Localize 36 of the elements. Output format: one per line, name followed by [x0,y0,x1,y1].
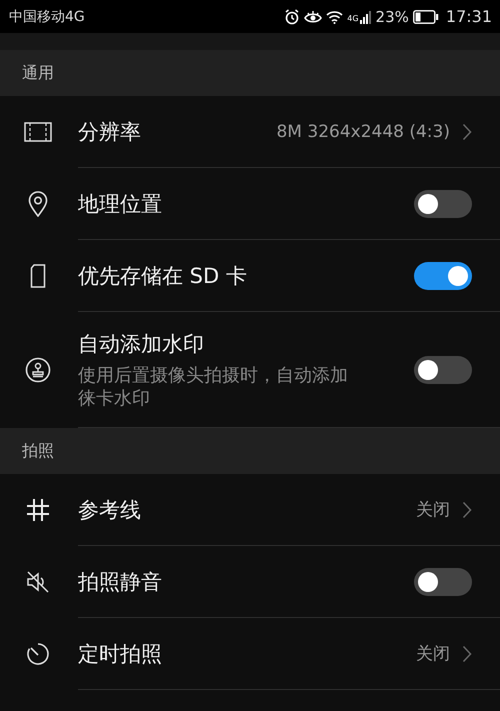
signal-icon [360,10,372,24]
setting-value[interactable]: 关闭 [416,642,450,665]
setting-label: 拍照静音 [78,568,163,596]
battery-percent: 23% [376,8,409,26]
setting-value[interactable]: 8M 3264x2448 (4:3) [276,122,450,142]
clock-time: 17:31 [446,7,492,26]
chevron-right-icon [462,644,472,662]
sd-card-icon [30,264,46,288]
setting-label: 分辨率 [78,118,142,146]
toggle-switch[interactable] [414,568,472,596]
toggle-switch[interactable] [414,356,472,384]
film-icon [24,122,52,142]
location-pin-icon [28,191,48,217]
carrier-name: 中国移动4G [9,8,85,26]
setting-value[interactable]: 关闭 [416,498,450,521]
chevron-right-icon [462,500,472,518]
section-header: 拍照 [0,428,500,474]
chevron-right-icon [462,122,472,140]
battery-icon [412,10,439,24]
setting-label: 自动添加水印 [78,330,205,358]
timer-icon [26,642,50,666]
toggle-switch[interactable] [414,190,472,218]
alarm-icon [284,8,300,24]
mute-icon [26,570,50,594]
setting-label: 优先存储在 SD 卡 [78,262,248,290]
toggle-switch[interactable] [414,262,472,290]
section-header: 通用 [0,50,500,96]
network-type: 4G [347,14,359,23]
setting-label: 定时拍照 [78,640,163,668]
stamp-icon [25,357,51,383]
eye-icon [304,8,322,24]
grid-icon [26,498,50,522]
setting-label: 地理位置 [78,190,163,218]
setting-description: 使用后置摄像头拍摄时，自动添加徕卡水印 [78,364,349,410]
setting-label: 参考线 [78,496,142,524]
wifi-icon [326,10,344,24]
